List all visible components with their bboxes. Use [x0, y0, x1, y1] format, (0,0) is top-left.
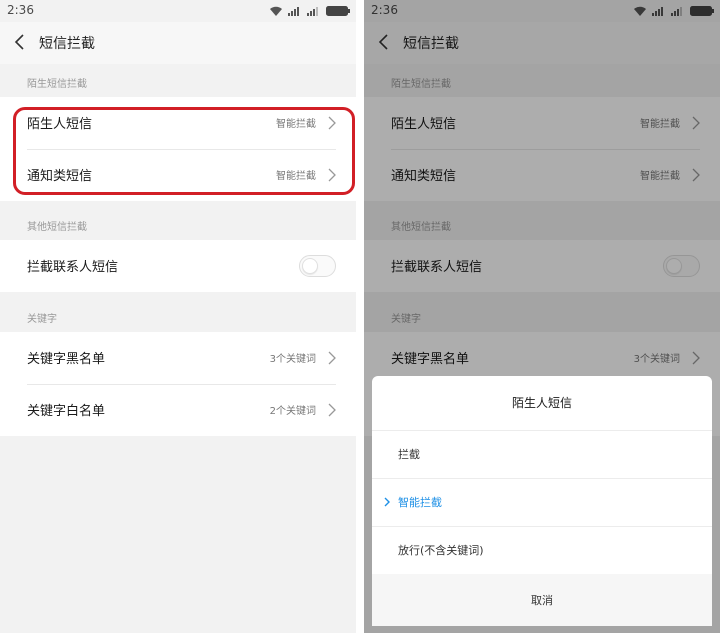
row-value: 3个关键词 [269, 354, 316, 365]
status-bar: 2:36 [0, 0, 356, 22]
cancel-label: 取消 [531, 594, 553, 607]
row-value: 2个关键词 [269, 406, 316, 417]
row-label: 关键字黑名单 [27, 352, 106, 367]
signal-icon [307, 7, 318, 16]
option-smart-block[interactable]: 智能拦截 [372, 478, 712, 526]
dialog-title: 陌生人短信 [511, 396, 572, 410]
chevron-right-icon [328, 351, 336, 365]
option-label: 智能拦截 [398, 496, 442, 509]
cancel-button[interactable]: 取消 [372, 574, 712, 626]
wifi-icon [270, 6, 282, 16]
option-block[interactable]: 拦截 [372, 430, 712, 478]
section-label-keyword: 关键字 [27, 314, 57, 325]
status-time: 2:36 [7, 3, 34, 17]
chevron-right-icon [328, 403, 336, 417]
strategy-dialog: 陌生人短信 拦截 智能拦截 放行(不含关键词) 取消 [372, 376, 712, 626]
back-icon[interactable] [12, 33, 28, 51]
section-label-other: 其他短信拦截 [27, 222, 87, 233]
check-icon [384, 497, 390, 507]
row-label: 拦截联系人短信 [27, 260, 119, 275]
section-label-stranger: 陌生短信拦截 [27, 79, 87, 90]
battery-icon [326, 6, 350, 16]
block-contacts-toggle[interactable] [299, 255, 336, 277]
option-allow[interactable]: 放行(不含关键词) [372, 526, 712, 574]
signal-icon [288, 7, 299, 16]
settings-screen: 2:36 短信拦截 陌生短信拦截 陌生人短信 智能拦截 通知类短信 智能拦截 其… [0, 0, 356, 633]
settings-screen-with-dialog: 2:36 短信拦截 陌生短信拦截 陌生人短信 智能拦截 通知类短信 智能拦截 其… [364, 0, 720, 633]
toggle-knob [302, 258, 318, 274]
other-card: 拦截联系人短信 [0, 240, 356, 292]
row-blacklist[interactable]: 关键字黑名单 3个关键词 [0, 332, 356, 384]
app-header: 短信拦截 [0, 22, 356, 64]
row-block-contacts: 拦截联系人短信 [0, 240, 356, 292]
option-label: 拦截 [398, 448, 420, 461]
row-whitelist[interactable]: 关键字白名单 2个关键词 [0, 384, 356, 436]
highlight-box [13, 107, 355, 195]
option-label: 放行(不含关键词) [398, 544, 484, 557]
row-label: 关键字白名单 [27, 404, 106, 419]
keyword-card: 关键字黑名单 3个关键词 关键字白名单 2个关键词 [0, 332, 356, 436]
page-title: 短信拦截 [39, 36, 95, 52]
